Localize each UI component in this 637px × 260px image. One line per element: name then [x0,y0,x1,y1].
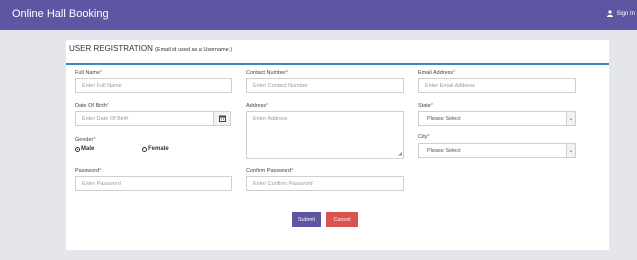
calendar-button[interactable] [213,111,231,126]
title-note: (Email id used as a Username.) [155,47,233,53]
dob-input[interactable]: Enter Date Of Birth [75,111,214,126]
panel-header: USER REGISTRATION (Email id used as a Us… [66,40,609,65]
city-value: Please Select [427,148,461,154]
dob-label: Date Of Birth* [75,103,109,109]
signin-label: Sign In [616,10,635,17]
calendar-icon [218,115,226,122]
address-textarea[interactable]: Enter Address ◢ [246,111,404,159]
cancel-button[interactable]: Cancel [326,212,358,227]
form-title: USER REGISTRATION [69,44,153,53]
chevron-down-icon: ⌄ [566,112,575,125]
contact-number-label: Contact Number* [246,70,289,76]
password-label: Password* [75,168,102,174]
page-title: USER REGISTRATION (Email id used as a Us… [69,44,232,53]
resize-handle-icon[interactable]: ◢ [398,151,402,157]
city-select[interactable]: Please Select ⌄ [418,143,576,158]
app-title[interactable]: Online Hall Booking [12,8,109,20]
confirm-password-input[interactable]: Enter Confirm Password [246,176,404,191]
top-navbar: Online Hall Booking Sign In [0,0,637,30]
password-input[interactable]: Enter Password [75,176,232,191]
email-input[interactable]: Enter Email Address [418,78,576,93]
full-name-label: Full Name* [75,70,103,76]
gender-female-option[interactable]: Female [142,146,169,152]
user-icon [607,10,614,17]
chevron-down-icon: ⌄ [566,144,575,157]
email-label: Email Address* [418,70,456,76]
radio-female[interactable] [142,146,147,152]
confirm-password-label: Confirm Password* [246,168,294,174]
state-label: State* [418,103,433,109]
state-value: Please Select [427,116,461,122]
address-placeholder: Enter Address [253,116,288,122]
gender-male-option[interactable]: Male [75,146,94,152]
radio-male[interactable] [75,146,80,152]
city-label: City* [418,134,430,140]
signin-link[interactable]: Sign In [607,10,635,17]
gender-label: Gender* [75,137,96,143]
state-select[interactable]: Please Select ⌄ [418,111,576,126]
submit-button[interactable]: Submit [292,212,321,227]
address-label: Address* [246,103,269,109]
contact-number-input[interactable]: Enter Contact Number [246,78,404,93]
full-name-input[interactable]: Enter Full Name [75,78,232,93]
